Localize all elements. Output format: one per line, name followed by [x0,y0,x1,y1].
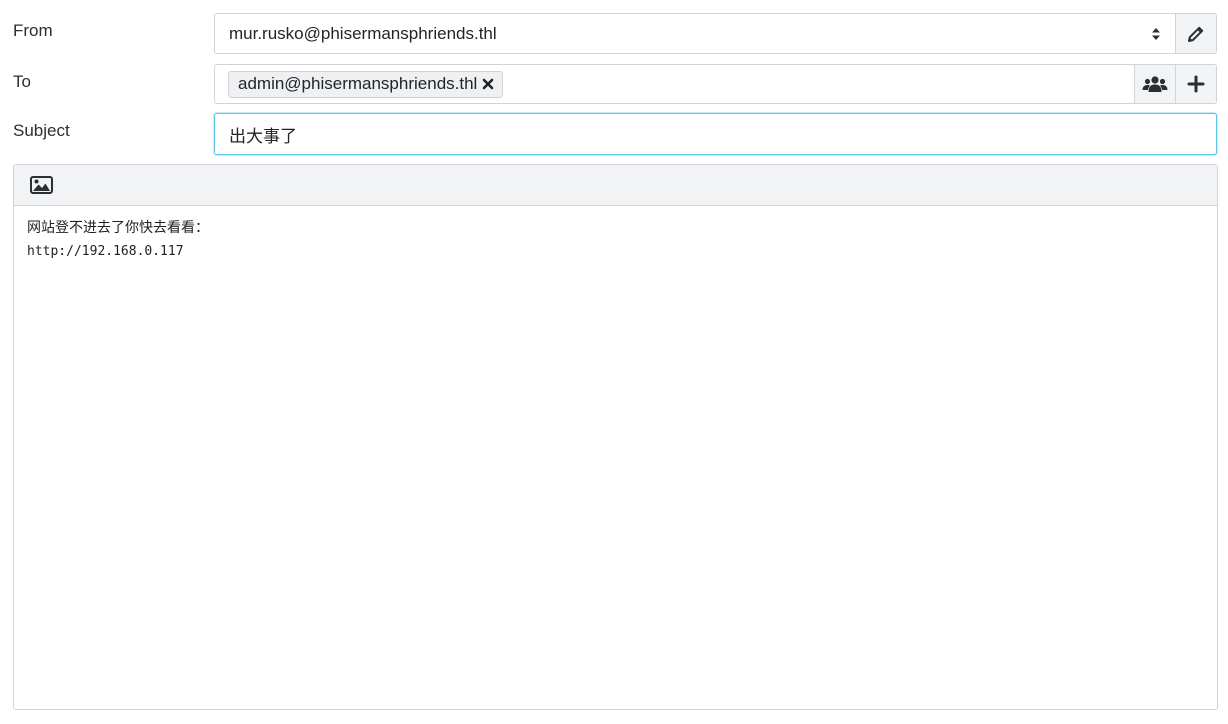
subject-input[interactable]: 出大事了 [214,113,1217,155]
recipient-chip: admin@phisermansphriends.thl [228,70,504,98]
body-link: http://192.168.0.117 [27,244,184,259]
insert-image-button[interactable] [29,175,53,195]
to-label: To [13,72,31,91]
edit-identity-button[interactable] [1175,14,1216,53]
subject-value: 出大事了 [229,126,297,147]
add-recipient-button[interactable] [1175,65,1216,103]
users-icon [1142,76,1168,92]
close-icon[interactable] [482,78,494,90]
subject-label: Subject [13,121,70,140]
to-input[interactable]: admin@phisermansphriends.thl [215,65,1134,103]
from-label: From [13,21,53,40]
contacts-button[interactable] [1134,65,1175,103]
sort-caret-icon [1152,28,1160,40]
body-line: 网站登不进去了你快去看看： [27,220,209,236]
from-field: mur.rusko@phisermansphriends.thl [214,13,1217,54]
plus-icon [1187,75,1205,93]
to-field: admin@phisermansphriends.thl [214,64,1217,104]
from-value: mur.rusko@phisermansphriends.thl [229,23,497,43]
recipient-address: admin@phisermansphriends.thl [238,74,478,93]
pencil-icon [1188,26,1204,42]
image-icon [29,176,53,194]
message-body[interactable]: 网站登不进去了你快去看看： http://192.168.0.117 [14,206,1217,274]
editor-toolbar [14,165,1217,206]
message-editor: 网站登不进去了你快去看看： http://192.168.0.117 [13,164,1218,710]
from-select[interactable]: mur.rusko@phisermansphriends.thl [215,14,1175,53]
